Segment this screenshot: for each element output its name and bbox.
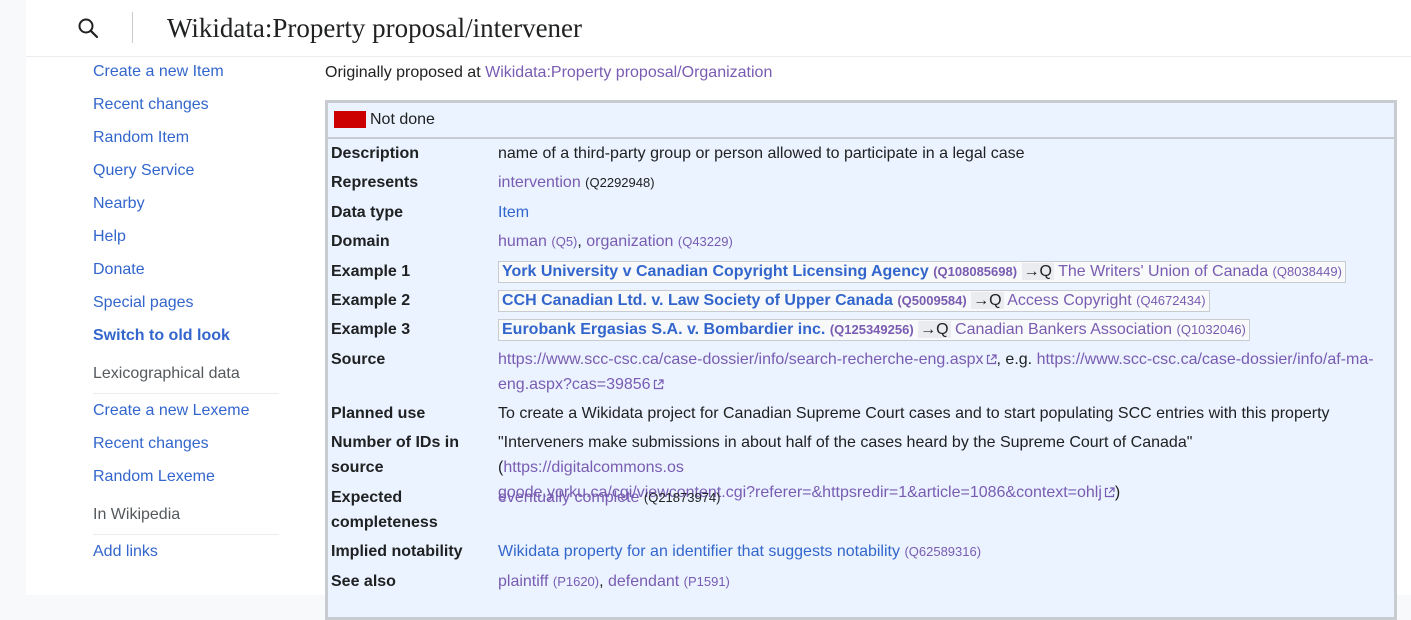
example3-case-link[interactable]: Eurobank Ergasias S.A. v. Bombardier inc…	[502, 321, 914, 338]
example2-target-qid: (Q4672434)	[1136, 293, 1206, 308]
source-url-1[interactable]: https://www.scc-csc.ca/case-dossier/info…	[498, 351, 997, 368]
represents-link[interactable]: intervention	[498, 174, 581, 191]
value-planned-use: To create a Wikidata project for Canadia…	[498, 405, 1330, 422]
search-icon	[78, 18, 99, 39]
seealso-plaintiff-qid: (P1620)	[552, 574, 600, 589]
sidebar-item-random-lexeme[interactable]: Random Lexeme	[93, 463, 279, 496]
expected-link[interactable]: eventually complete	[498, 489, 639, 506]
domain-sep: ,	[577, 233, 587, 250]
sidebar-item-query-service[interactable]: Query Service	[93, 157, 279, 190]
domain-human-link[interactable]: human	[498, 233, 547, 250]
example1-case-link[interactable]: York University v Canadian Copyright Lic…	[502, 263, 1017, 280]
label-datatype: Data type	[331, 204, 404, 221]
sidebar-item-recent-changes[interactable]: Recent changes	[93, 91, 279, 124]
sidebar-item-nearby[interactable]: Nearby	[93, 190, 279, 223]
search-button[interactable]	[70, 10, 106, 46]
example1-box: York University v Canadian Copyright Lic…	[498, 261, 1346, 283]
external-link-icon	[653, 379, 664, 390]
orig-prefix: Originally proposed at	[325, 64, 486, 81]
label-implied-notability: Implied notability	[331, 543, 463, 560]
external-link-icon	[986, 354, 997, 365]
example2-box: CCH Canadian Ltd. v. Law Society of Uppe…	[498, 290, 1210, 312]
notability-link[interactable]: Wikidata property for an identifier that…	[498, 543, 900, 560]
value-example1: York University v Canadian Copyright Lic…	[498, 259, 1378, 284]
sidebar-heading-in-wikipedia: In Wikipedia	[93, 496, 279, 535]
seealso-plaintiff-link[interactable]: plaintiff	[498, 573, 548, 590]
label-domain: Domain	[331, 233, 390, 250]
label-description: Description	[331, 145, 420, 162]
sidebar-item-add-links[interactable]: Add links	[93, 538, 279, 571]
example1-arrow: →Q	[1021, 263, 1054, 280]
domain-organization-link[interactable]: organization	[586, 233, 673, 250]
sidebar-item-create-lexeme[interactable]: Create a new Lexeme	[93, 397, 279, 430]
example1-target-link[interactable]: The Writers' Union of Canada	[1058, 263, 1268, 280]
sidebar-item-create-item[interactable]: Create a new Item	[93, 58, 279, 91]
label-expected-completeness: Expected completeness	[331, 489, 438, 531]
main-content: Originally proposed at Wikidata:Property…	[325, 58, 1400, 620]
seealso-defendant-link[interactable]: defendant	[608, 573, 679, 590]
value-source: https://www.scc-csc.ca/case-dossier/info…	[498, 347, 1378, 397]
example1-target-qid: (Q8038449)	[1272, 264, 1342, 279]
header-divider	[132, 12, 133, 43]
sidebar-item-donate[interactable]: Donate	[93, 256, 279, 289]
label-number-of-ids: Number of IDs in source	[331, 434, 460, 476]
sidebar-item-random-item[interactable]: Random Item	[93, 124, 279, 157]
sidebar-item-special-pages[interactable]: Special pages	[93, 289, 279, 322]
sidebar: Create a new Item Recent changes Random …	[93, 58, 279, 571]
page-title: Wikidata:Property proposal/intervener	[167, 13, 583, 43]
page: Wikidata:Property proposal/intervener Cr…	[26, 0, 1411, 620]
label-example1: Example 1	[331, 263, 411, 280]
value-represents: intervention (Q2292948)	[498, 170, 1378, 195]
status-swatch	[334, 111, 366, 128]
datatype-link[interactable]: Item	[498, 204, 529, 221]
example3-box: Eurobank Ergasias S.A. v. Bombardier inc…	[498, 319, 1250, 341]
orig-proposal-link[interactable]: Wikidata:Property proposal/Organization	[485, 64, 772, 81]
example3-target-qid: (Q1032046)	[1176, 322, 1246, 337]
represents-qid: (Q2292948)	[585, 175, 655, 190]
label-represents: Represents	[331, 174, 419, 191]
example2-case-link[interactable]: CCH Canadian Ltd. v. Law Society of Uppe…	[502, 292, 967, 309]
status-label: Not done	[370, 111, 435, 128]
value-example2: CCH Canadian Ltd. v. Law Society of Uppe…	[498, 288, 1378, 313]
value-example3: Eurobank Ergasias S.A. v. Bombardier inc…	[498, 317, 1378, 342]
sidebar-heading-lexicographical: Lexicographical data	[93, 355, 279, 394]
value-domain: human (Q5), organization (Q43229)	[498, 229, 1378, 254]
source-mid: , e.g.	[996, 351, 1037, 368]
expected-qid: (Q21873974)	[643, 490, 721, 505]
sidebar-item-lexeme-recent-changes[interactable]: Recent changes	[93, 430, 279, 463]
label-source: Source	[331, 351, 386, 368]
page-header: Wikidata:Property proposal/intervener	[26, 0, 1411, 57]
example3-arrow: →Q	[918, 321, 951, 338]
value-datatype: Item	[498, 200, 1378, 225]
label-example3: Example 3	[331, 321, 411, 338]
value-implied-notability: Wikidata property for an identifier that…	[498, 539, 1378, 564]
sidebar-item-help[interactable]: Help	[93, 223, 279, 256]
seealso-sep: ,	[599, 573, 608, 590]
domain-organization-qid: (Q43229)	[677, 234, 733, 249]
example2-target-link[interactable]: Access Copyright	[1007, 292, 1132, 309]
domain-human-qid: (Q5)	[551, 234, 578, 249]
value-description: name of a third-party group or person al…	[498, 145, 1025, 162]
originally-proposed-line: Originally proposed at Wikidata:Property…	[325, 58, 1400, 83]
sidebar-item-switch-old-look[interactable]: Switch to old look	[93, 322, 279, 355]
value-expected-completeness: eventually complete (Q21873974)	[498, 485, 1378, 510]
proposal-box: Not done Description name of a third-par…	[325, 100, 1397, 620]
label-planned-use: Planned use	[331, 405, 426, 422]
label-example2: Example 2	[331, 292, 411, 309]
seealso-defendant-qid: (P1591)	[683, 574, 730, 589]
example3-target-link[interactable]: Canadian Bankers Association	[955, 321, 1172, 338]
notability-qid: (Q62589316)	[904, 544, 982, 559]
status-row: Not done	[328, 103, 1394, 139]
example2-arrow: →Q	[971, 292, 1004, 309]
label-see-also: See also	[331, 573, 396, 590]
value-see-also: plaintiff (P1620), defendant (P1591)	[498, 569, 1378, 594]
